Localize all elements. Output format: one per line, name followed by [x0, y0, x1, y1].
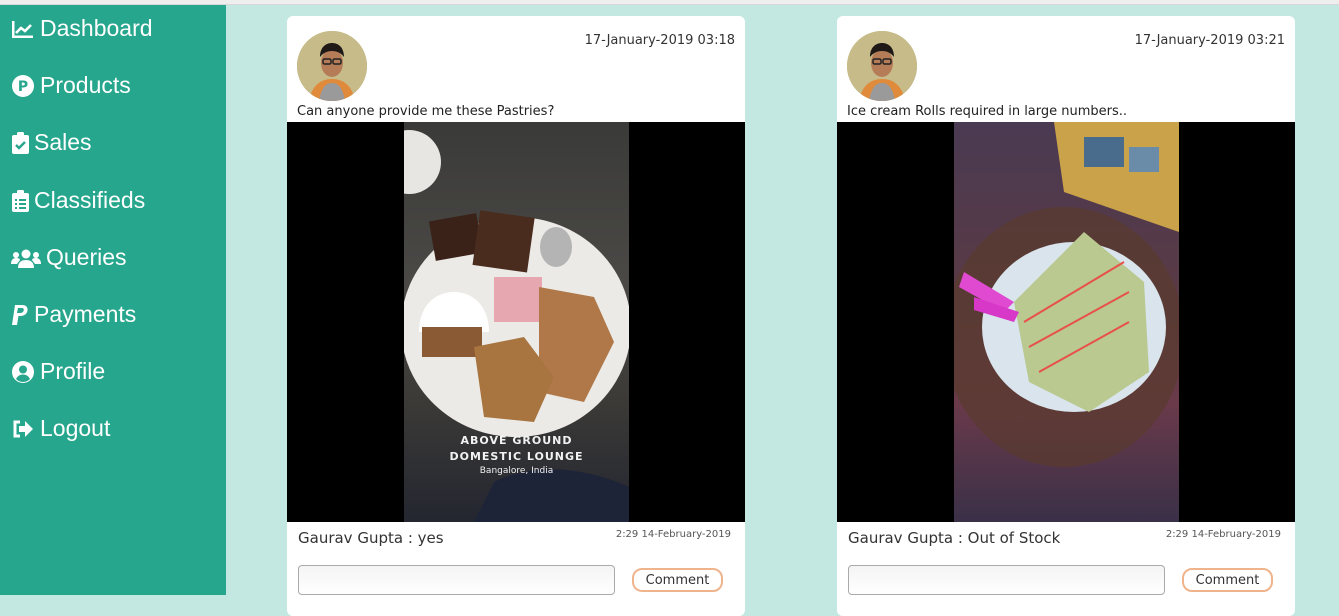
photo-overlay-line2: DOMESTIC LOUNGE — [449, 450, 584, 463]
post-card: 17-January-2019 03:18 Can anyone provide… — [287, 16, 745, 616]
sidebar-item-queries[interactable]: Queries — [11, 244, 127, 271]
avatar — [297, 31, 367, 101]
sidebar-item-label: Profile — [40, 358, 106, 384]
post-card: 17-January-2019 03:21 Ice cream Rolls re… — [837, 16, 1295, 616]
sidebar-item-classifieds[interactable]: Classifieds — [11, 187, 145, 214]
photo-overlay-line1: ABOVE GROUND — [460, 434, 573, 447]
post-text: Ice cream Rolls required in large number… — [847, 104, 1128, 119]
post-text: Can anyone provide me these Pastries? — [297, 104, 555, 119]
sidebar-item-label: Products — [40, 72, 131, 98]
sidebar-item-sales[interactable]: Sales — [11, 129, 92, 156]
sidebar: Dashboard P Products Sales Classifieds Q… — [0, 5, 226, 595]
avatar — [847, 31, 917, 101]
comment-timestamp: 2:29 14-February-2019 — [615, 529, 731, 540]
sidebar-item-label: Logout — [40, 415, 111, 441]
clipboard-check-icon — [11, 131, 29, 154]
sign-out-icon — [11, 418, 35, 440]
post-photo[interactable]: ABOVE GROUND DOMESTIC LOUNGE Bangalore, … — [287, 122, 745, 522]
product-p-circle-icon: P — [11, 74, 35, 97]
users-icon — [11, 247, 41, 269]
comment-text: Gaurav Gupta : Out of Stock — [848, 529, 1061, 547]
sidebar-item-label: Dashboard — [40, 15, 153, 41]
sidebar-item-logout[interactable]: Logout — [11, 415, 110, 442]
comment-input[interactable] — [298, 565, 615, 595]
post-timestamp: 17-January-2019 03:21 — [1134, 33, 1285, 48]
sidebar-item-profile[interactable]: Profile — [11, 358, 105, 385]
sidebar-item-dashboard[interactable]: Dashboard — [11, 15, 153, 42]
paypal-icon — [11, 304, 29, 326]
svg-text:P: P — [18, 79, 28, 95]
sidebar-item-products[interactable]: P Products — [11, 72, 131, 99]
comment-timestamp: 2:29 14-February-2019 — [1165, 529, 1281, 540]
post-timestamp: 17-January-2019 03:18 — [584, 33, 735, 48]
sidebar-item-label: Sales — [34, 129, 92, 155]
sidebar-item-label: Payments — [34, 301, 137, 327]
clipboard-list-icon — [11, 189, 29, 212]
comment-input[interactable] — [848, 565, 1165, 595]
sidebar-item-label: Queries — [46, 244, 127, 270]
user-circle-icon — [11, 360, 35, 383]
sidebar-item-payments[interactable]: Payments — [11, 301, 136, 328]
comment-button[interactable]: Comment — [1182, 568, 1273, 592]
chart-line-icon — [11, 18, 35, 40]
photo-overlay-line3: Bangalore, India — [479, 466, 554, 476]
comment-button[interactable]: Comment — [632, 568, 723, 592]
sidebar-item-label: Classifieds — [34, 187, 146, 213]
post-photo[interactable] — [837, 122, 1295, 522]
comment-text: Gaurav Gupta : yes — [298, 529, 444, 547]
